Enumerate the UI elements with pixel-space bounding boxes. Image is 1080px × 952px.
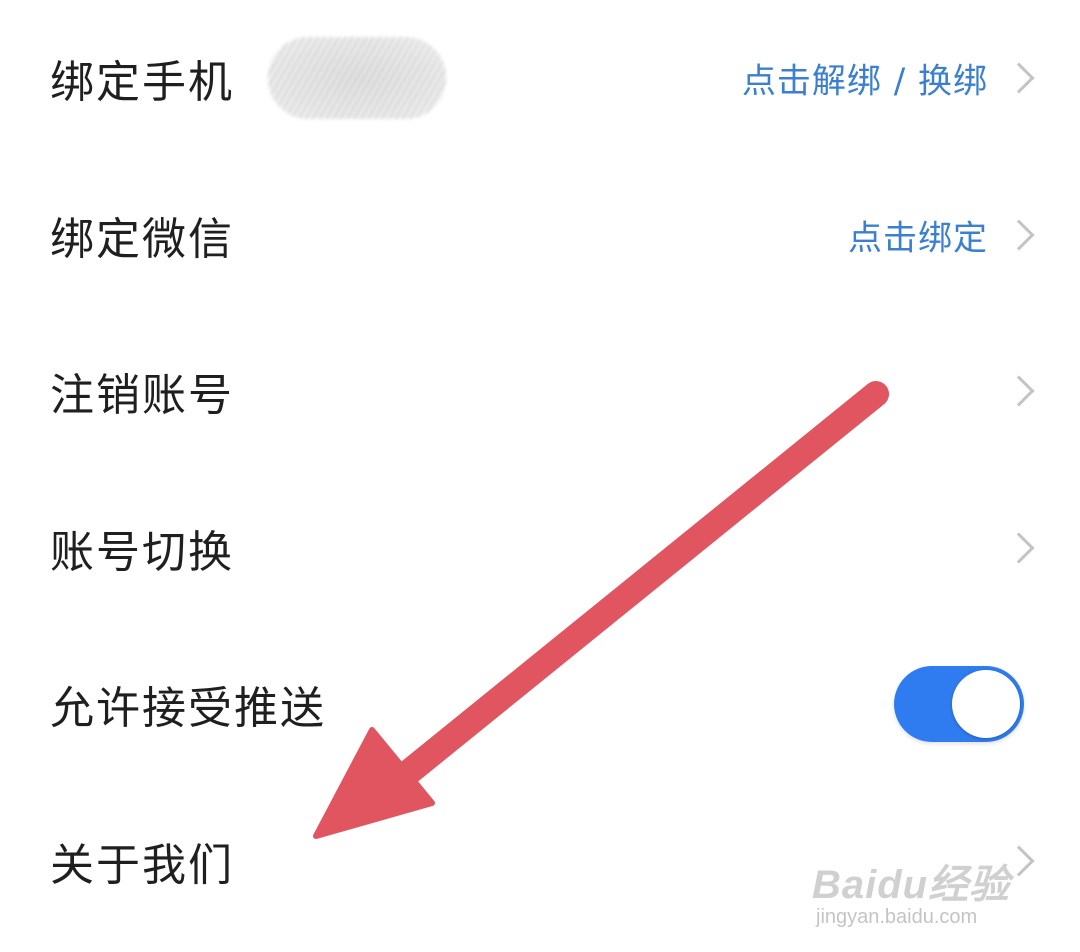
bind-phone-action[interactable]: 点击解绑 / 换绑 (742, 54, 988, 103)
bind-wechat-row[interactable]: 绑定微信 点击绑定 (0, 157, 1080, 313)
masked-phone-number (268, 37, 446, 119)
switch-account-row[interactable]: 账号切换 (0, 470, 1080, 626)
about-us-row[interactable]: 关于我们 (0, 783, 1080, 939)
allow-push-row: 允许接受推送 (0, 626, 1080, 782)
allow-push-label: 允许接受推送 (50, 683, 326, 734)
settings-screen: 绑定手机 点击解绑 / 换绑 绑定微信 点击绑定 注销账号 账号切换 允许接受推… (0, 0, 1080, 952)
chevron-right-icon[interactable] (1003, 845, 1035, 877)
chevron-right-icon[interactable] (1003, 62, 1035, 94)
cancel-account-row[interactable]: 注销账号 (0, 313, 1080, 469)
allow-push-toggle[interactable] (894, 666, 1024, 742)
switch-account-label: 账号切换 (50, 527, 234, 578)
bind-phone-label: 绑定手机 (50, 57, 234, 108)
bind-phone-row[interactable]: 绑定手机 点击解绑 / 换绑 (0, 0, 1080, 156)
about-us-label: 关于我们 (50, 840, 234, 891)
toggle-knob[interactable] (952, 670, 1020, 738)
cancel-account-label: 注销账号 (50, 370, 234, 421)
chevron-right-icon[interactable] (1003, 532, 1035, 564)
bind-wechat-action[interactable]: 点击绑定 (848, 211, 988, 260)
chevron-right-icon[interactable] (1003, 375, 1035, 407)
chevron-right-icon[interactable] (1003, 219, 1035, 251)
bind-wechat-label: 绑定微信 (50, 214, 234, 265)
